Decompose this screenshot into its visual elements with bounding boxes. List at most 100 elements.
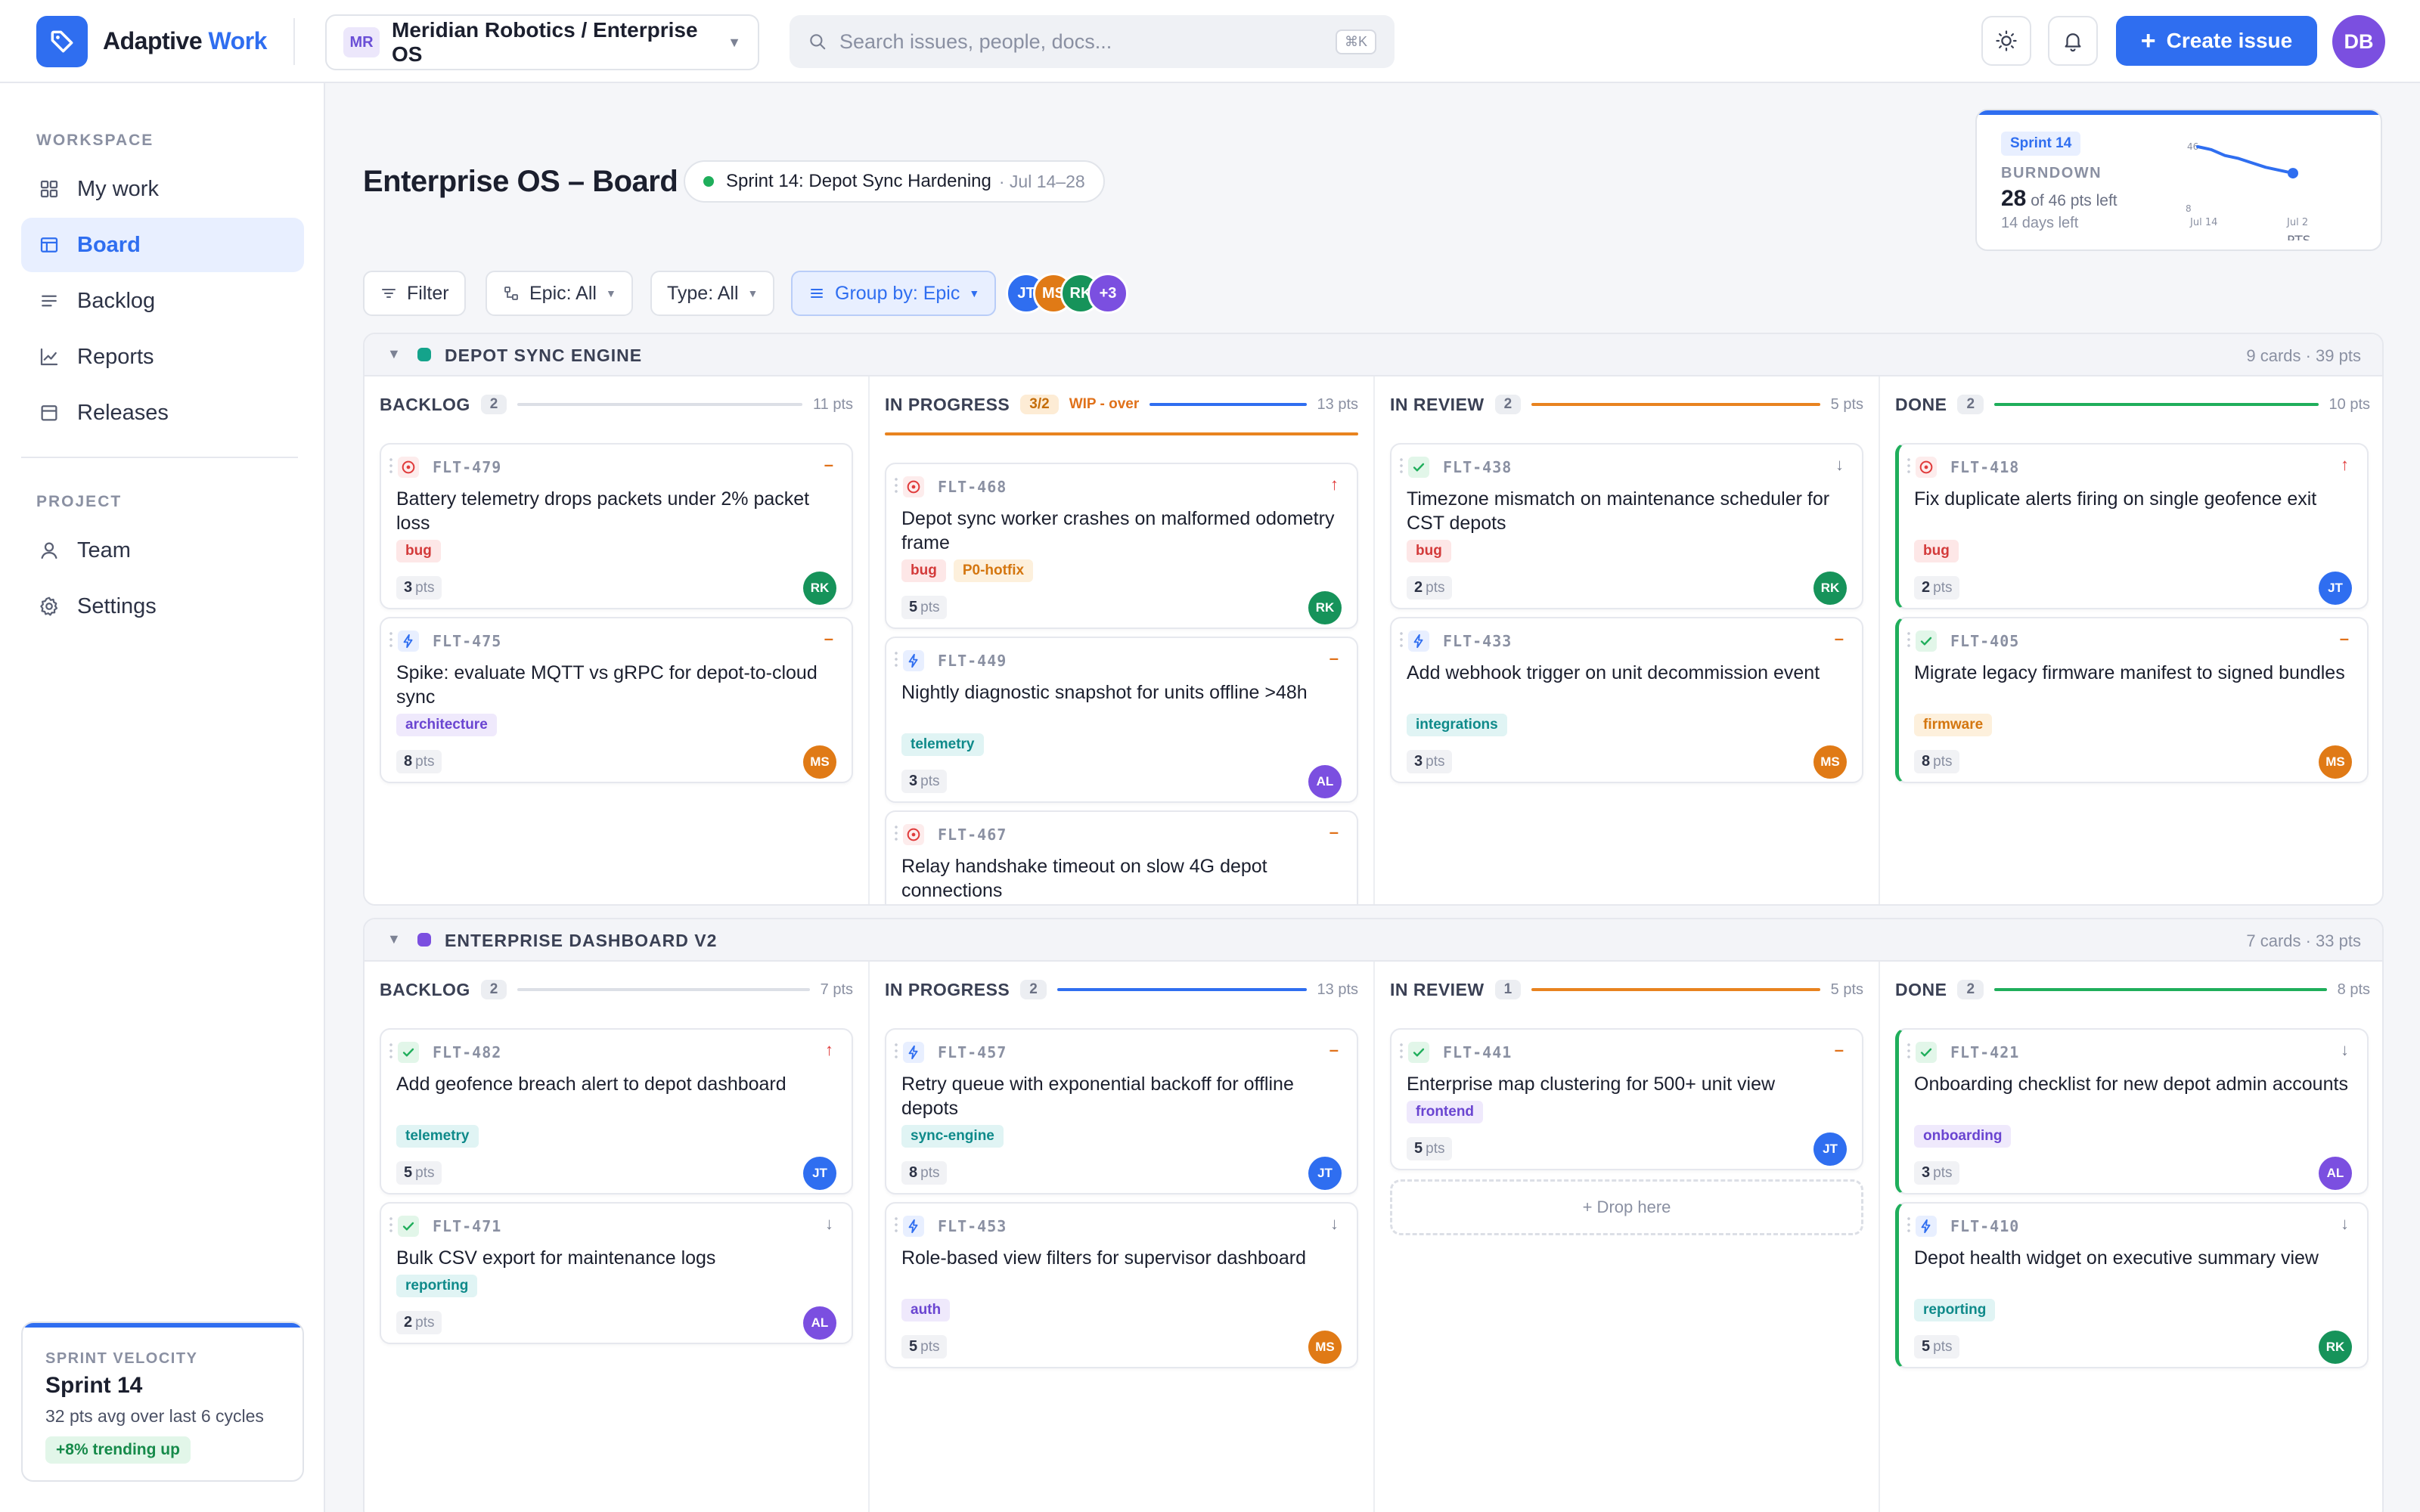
assignee-avatar[interactable]: AL	[803, 1306, 836, 1340]
drag-handle-icon[interactable]	[389, 1042, 393, 1060]
create-issue-button[interactable]: + Create issue	[2116, 16, 2317, 66]
issue-card[interactable]: FLT-421 ↓ Onboarding checklist for new dep…	[1895, 1028, 2369, 1194]
assignee-avatar[interactable]: JT	[2319, 572, 2352, 605]
search-input[interactable]: Search issues, people, docs... ⌘K	[790, 15, 1395, 68]
issue-card[interactable]: FLT-479 – Battery telemetry drops packets …	[380, 443, 853, 609]
issue-card[interactable]: FLT-475 – Spike: evaluate MQTT vs gRPC for…	[380, 617, 853, 783]
issue-key[interactable]: FLT-433	[1443, 632, 1512, 650]
issue-key[interactable]: FLT-479	[433, 458, 501, 476]
sidebar-item-releases[interactable]: Releases	[21, 386, 304, 440]
column-count: 2	[1957, 395, 1984, 414]
sidebar-item-reports[interactable]: Reports	[21, 330, 304, 384]
assignee-avatar[interactable]: RK	[1813, 572, 1847, 605]
column-header: IN PROGRESS 2 13 pts	[885, 977, 1358, 1002]
column-title: IN REVIEW	[1390, 394, 1485, 414]
filter-button[interactable]: Filter	[363, 271, 466, 316]
drop-zone[interactable]: + Drop here	[1390, 1179, 1863, 1235]
drag-handle-icon[interactable]	[1399, 457, 1404, 475]
issue-key[interactable]: FLT-421	[1950, 1043, 2019, 1061]
theme-toggle-button[interactable]	[1981, 16, 2031, 66]
drag-handle-icon[interactable]	[389, 1216, 393, 1234]
epic-header[interactable]: ▼ DEPOT SYNC ENGINE 9 cards · 39 pts	[365, 334, 2382, 376]
page-title: Enterprise OS – Board	[363, 165, 678, 198]
issue-card[interactable]: FLT-449 – Nightly diagnostic snapshot for …	[885, 637, 1358, 803]
issue-card[interactable]: FLT-405 – Migrate legacy firmware manifest…	[1895, 617, 2369, 783]
burndown-days-left: 14 days left	[2001, 215, 2079, 231]
issue-key[interactable]: FLT-468	[938, 478, 1007, 496]
issue-key[interactable]: FLT-457	[938, 1043, 1007, 1061]
drag-handle-icon[interactable]	[1399, 631, 1404, 649]
drag-handle-icon[interactable]	[389, 631, 393, 649]
issue-card[interactable]: FLT-441 – Enterprise map clustering for 50…	[1390, 1028, 1863, 1170]
issue-card[interactable]: FLT-418 ↑ Fix duplicate alerts firing on s…	[1895, 443, 2369, 609]
issue-card[interactable]: FLT-438 ↓ Timezone mismatch on maintenance…	[1390, 443, 1863, 609]
notifications-button[interactable]	[2048, 16, 2098, 66]
issue-card[interactable]: FLT-410 ↓ Depot health widget on executive…	[1895, 1202, 2369, 1368]
drag-handle-icon[interactable]	[1907, 457, 1911, 475]
assignee-avatar[interactable]: MS	[1308, 1331, 1342, 1364]
issue-card[interactable]: FLT-457 – Retry queue with exponential bac…	[885, 1028, 1358, 1194]
issue-card[interactable]: FLT-433 – Add webhook trigger on unit deco…	[1390, 617, 1863, 783]
assignee-avatar[interactable]: MS	[803, 745, 836, 779]
issue-card[interactable]: FLT-453 ↓ Role-based view filters for supe…	[885, 1202, 1358, 1368]
story-points-unit: pts	[415, 754, 435, 770]
issue-key[interactable]: FLT-441	[1443, 1043, 1512, 1061]
issue-key[interactable]: FLT-410	[1950, 1217, 2019, 1235]
sprint-selector[interactable]: Sprint 14: Depot Sync Hardening · Jul 14…	[684, 160, 1105, 203]
sidebar-item-my-work[interactable]: My work	[21, 162, 304, 216]
group-by-dropdown[interactable]: Group by: Epic ▼	[791, 271, 997, 316]
issue-key[interactable]: FLT-467	[938, 826, 1007, 844]
issue-key[interactable]: FLT-475	[433, 632, 501, 650]
assignee-avatar[interactable]: AL	[1308, 765, 1342, 798]
assignee-avatar[interactable]: JT	[1308, 1157, 1342, 1190]
assignee-avatar[interactable]: JT	[1813, 1132, 1847, 1166]
issue-key[interactable]: FLT-418	[1950, 458, 2019, 476]
project-selector[interactable]: MR Meridian Robotics / Enterprise OS ▼	[325, 14, 759, 70]
issue-card[interactable]: FLT-468 ↑ Depot sync worker crashes on mal…	[885, 463, 1358, 629]
sidebar-item-board[interactable]: Board	[21, 218, 304, 272]
app-logo[interactable]	[36, 16, 88, 67]
column-points: 13 pts	[1317, 981, 1358, 998]
drag-handle-icon[interactable]	[894, 824, 898, 842]
issue-card[interactable]: FLT-482 ↑ Add geofence breach alert to dep…	[380, 1028, 853, 1194]
issue-key[interactable]: FLT-453	[938, 1217, 1007, 1235]
plus-icon: +	[2140, 26, 2156, 55]
issue-key[interactable]: FLT-405	[1950, 632, 2019, 650]
velocity-accent-bar	[23, 1323, 302, 1328]
assignee-avatar[interactable]: JT	[803, 1157, 836, 1190]
drag-handle-icon[interactable]	[1907, 631, 1911, 649]
collapse-chevron-icon[interactable]: ▼	[387, 346, 401, 362]
sidebar-item-team[interactable]: Team	[21, 523, 304, 578]
epic-filter-dropdown[interactable]: Epic: All ▼	[486, 271, 633, 316]
assignee-avatar[interactable]: RK	[803, 572, 836, 605]
drag-handle-icon[interactable]	[389, 457, 393, 475]
sidebar-item-backlog[interactable]: Backlog	[21, 274, 304, 328]
drag-handle-icon[interactable]	[1907, 1216, 1911, 1234]
drag-handle-icon[interactable]	[1907, 1042, 1911, 1060]
epic-header[interactable]: ▼ ENTERPRISE DASHBOARD V2 7 cards · 33 pts	[365, 919, 2382, 962]
column-header: IN REVIEW 2 5 pts	[1390, 392, 1863, 417]
assignee-avatar[interactable]: RK	[1308, 591, 1342, 624]
issue-card[interactable]: FLT-471 ↓ Bulk CSV export for maintenance …	[380, 1202, 853, 1344]
drag-handle-icon[interactable]	[1399, 1042, 1404, 1060]
assignee-avatar[interactable]: MS	[1813, 745, 1847, 779]
more-assignees-avatar[interactable]: +3	[1087, 273, 1128, 314]
issue-key[interactable]: FLT-471	[433, 1217, 501, 1235]
sidebar-item-settings[interactable]: Settings	[21, 579, 304, 634]
issue-key[interactable]: FLT-482	[433, 1043, 501, 1061]
issue-key[interactable]: FLT-438	[1443, 458, 1512, 476]
grid-icon	[40, 180, 58, 198]
issue-card[interactable]: FLT-467 – Relay handshake timeout on slow …	[885, 810, 1358, 904]
drag-handle-icon[interactable]	[894, 1216, 898, 1234]
assignee-avatar[interactable]: AL	[2319, 1157, 2352, 1190]
assignee-avatar[interactable]: MS	[2319, 745, 2352, 779]
assignee-avatar[interactable]: RK	[2319, 1331, 2352, 1364]
collapse-chevron-icon[interactable]: ▼	[387, 931, 401, 947]
user-avatar[interactable]: DB	[2332, 15, 2385, 68]
drag-handle-icon[interactable]	[894, 1042, 898, 1060]
type-filter-dropdown[interactable]: Type: All ▼	[650, 271, 775, 316]
drag-handle-icon[interactable]	[894, 650, 898, 668]
issue-key[interactable]: FLT-449	[938, 652, 1007, 670]
burndown-widget[interactable]: Sprint 14 BURNDOWN 28 of 46 pts left 14 …	[1975, 109, 2382, 251]
drag-handle-icon[interactable]	[894, 476, 898, 494]
